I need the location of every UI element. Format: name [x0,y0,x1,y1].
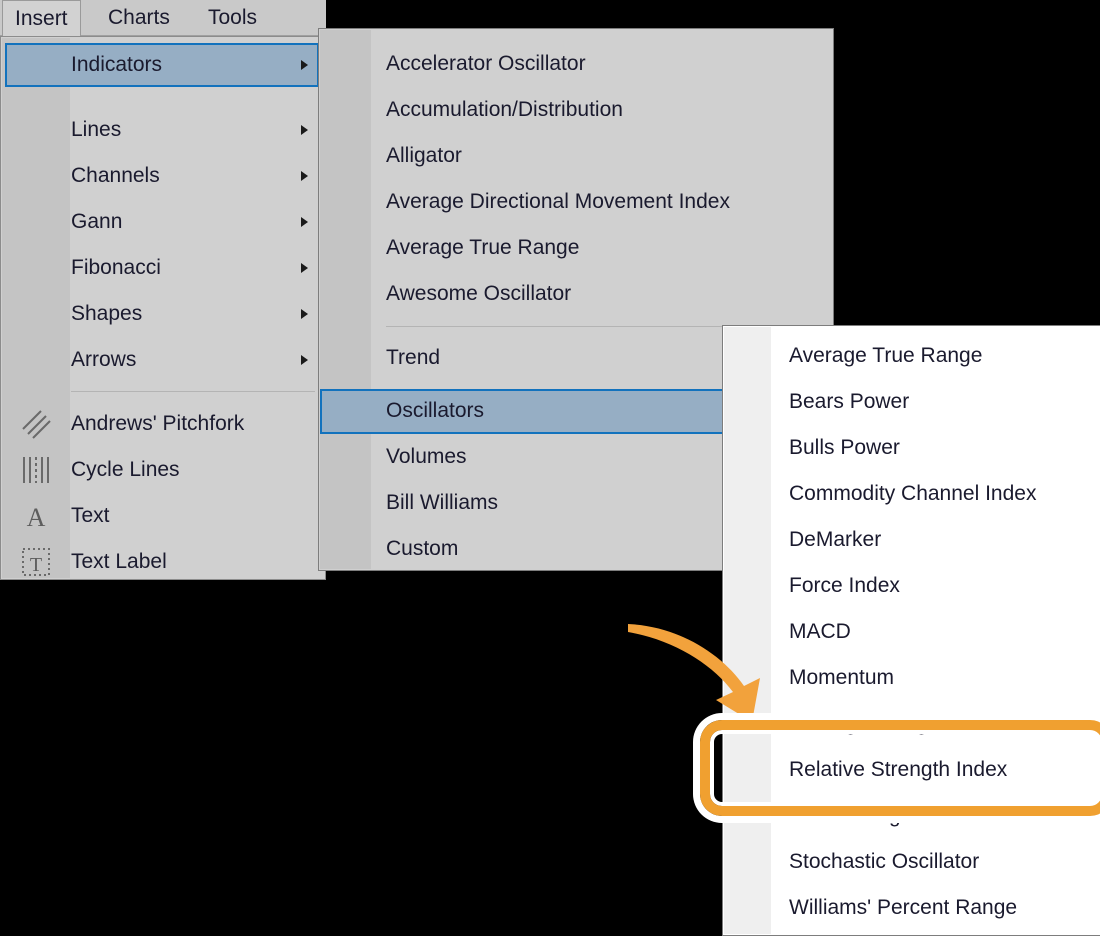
menu-item-osc-relative-vigor-index[interactable]: Relative Vigor Index [789,802,977,830]
menu-item-accumulation-distribution[interactable]: Accumulation/Distribution [386,96,623,124]
menu-item-oscillators[interactable]: Oscillators [386,397,484,425]
menu-item-osc-moving-average-of-oscillator-label: Moving Average of Oscillator [789,712,1056,735]
menu-item-custom[interactable]: Custom [386,535,458,563]
menu-bar: Insert Charts Tools [0,0,326,37]
menu-item-osc-force-index[interactable]: Force Index [789,572,900,600]
text-label-icon: T [22,548,50,576]
chevron-right-icon-channels [301,171,308,181]
menubar-tab-tools[interactable]: Tools [196,0,269,36]
menu-item-osc-momentum[interactable]: Momentum [789,664,894,692]
chevron-right-icon-lines [301,125,308,135]
menu-item-average-true-range[interactable]: Average True Range [386,234,579,262]
menu-item-osc-stochastic-oscillator-label: Stochastic Oscillator [789,850,980,873]
menu-item-osc-macd-label: MACD [789,620,851,643]
chevron-right-icon-fibonacci [301,263,308,273]
menu-item-osc-moving-average-of-oscillator[interactable]: Moving Average of Oscillator [789,710,1056,738]
chevron-right-icon-shapes [301,309,308,319]
svg-text:A: A [27,503,46,532]
menu-item-alligator[interactable]: Alligator [386,142,462,170]
menu-item-osc-stochastic-oscillator[interactable]: Stochastic Oscillator [789,848,979,876]
menu-item-text-label[interactable]: Text Label [71,548,167,576]
menu-item-osc-williams-percent-range-label: Williams' Percent Range [789,896,1018,919]
text-a-icon: A [27,503,46,532]
menu-item-text-label: Text [71,504,110,527]
menu-item-channels-label: Channels [71,164,160,187]
menu-item-accumulation-distribution-label: Accumulation/Distribution [386,98,623,121]
menu-item-fibonacci[interactable]: Fibonacci [71,254,161,282]
menu-item-oscillators-label: Oscillators [386,399,485,422]
menu-item-channels[interactable]: Channels [71,162,160,190]
menu-item-andrews-pitchfork-label: Andrews' Pitchfork [71,412,245,435]
menu-item-custom-label: Custom [386,537,459,560]
menu-item-average-true-range-label: Average True Range [386,236,580,259]
menu-item-bill-williams[interactable]: Bill Williams [386,489,498,517]
menubar-tab-charts[interactable]: Charts [96,0,182,36]
menu-item-gann[interactable]: Gann [71,208,122,236]
menu-item-shapes[interactable]: Shapes [71,300,142,328]
menu-item-indicators[interactable]: Indicators [71,51,162,79]
menu-item-gann-label: Gann [71,210,123,233]
svg-text:T: T [30,554,42,576]
menu-item-shapes-label: Shapes [71,302,143,325]
menu-item-trend[interactable]: Trend [386,344,440,372]
menu-item-osc-force-index-label: Force Index [789,574,900,597]
menu-item-osc-commodity-channel-index[interactable]: Commodity Channel Index [789,480,1036,508]
menu-item-osc-average-true-range-label: Average True Range [789,344,983,367]
menu-item-accelerator-oscillator[interactable]: Accelerator Oscillator [386,50,586,78]
menu-item-bill-williams-label: Bill Williams [386,491,498,514]
menu-item-awesome-oscillator-label: Awesome Oscillator [386,282,572,305]
oscillators-submenu-panel: Average True Range Bears Power Bulls Pow… [722,325,1100,936]
menu-item-arrows-label: Arrows [71,348,137,371]
menu-item-volumes-label: Volumes [386,445,467,468]
menu-separator [71,391,315,392]
menu-item-osc-relative-strength-index-label: Relative Strength Index [789,758,1008,781]
menu-item-trend-label: Trend [386,346,441,369]
menu-item-cycle-lines[interactable]: Cycle Lines [71,456,180,484]
indicators-submenu-gutter [320,30,371,569]
menu-item-osc-relative-vigor-index-label: Relative Vigor Index [789,804,977,827]
oscillators-submenu-gutter [724,327,771,934]
menu-item-accelerator-oscillator-label: Accelerator Oscillator [386,52,586,75]
menu-item-volumes[interactable]: Volumes [386,443,467,471]
menu-item-osc-williams-percent-range[interactable]: Williams' Percent Range [789,894,1017,922]
menu-item-osc-demarker[interactable]: DeMarker [789,526,881,554]
menu-item-osc-average-true-range[interactable]: Average True Range [789,342,982,370]
menu-item-osc-demarker-label: DeMarker [789,528,882,551]
menu-item-indicators-label: Indicators [71,53,163,76]
menu-item-text[interactable]: Text [71,502,110,530]
menu-item-awesome-oscillator[interactable]: Awesome Oscillator [386,280,571,308]
menu-item-osc-bulls-power[interactable]: Bulls Power [789,434,900,462]
chevron-right-icon-gann [301,217,308,227]
menu-item-lines-label: Lines [71,118,122,141]
pitchfork-icon [22,410,51,439]
menubar-tab-insert[interactable]: Insert [2,0,81,37]
cycle-lines-icon [23,457,49,483]
menu-item-osc-relative-strength-index[interactable]: Relative Strength Index [789,756,1007,784]
menu-item-andrews-pitchfork[interactable]: Andrews' Pitchfork [71,410,244,438]
menu-item-average-directional-movement-index-label: Average Directional Movement Index [386,190,730,213]
menu-item-osc-bulls-power-label: Bulls Power [789,436,900,459]
chevron-right-icon-indicators [301,60,308,70]
menu-item-osc-momentum-label: Momentum [789,666,895,689]
menu-item-cycle-lines-label: Cycle Lines [71,458,180,481]
menu-item-arrows[interactable]: Arrows [71,346,136,374]
insert-menu-gutter [2,38,70,578]
menu-item-fibonacci-label: Fibonacci [71,256,161,279]
menu-item-alligator-label: Alligator [386,144,462,167]
chevron-right-icon-arrows [301,355,308,365]
menu-item-osc-macd[interactable]: MACD [789,618,851,646]
menu-item-lines[interactable]: Lines [71,116,121,144]
menu-item-osc-bears-power-label: Bears Power [789,390,910,413]
menu-item-osc-bears-power[interactable]: Bears Power [789,388,909,416]
menu-item-text-label-label: Text Label [71,550,167,573]
insert-menu-panel: Indicators Lines Channels Gann Fibonacci… [0,36,326,580]
menu-item-osc-commodity-channel-index-label: Commodity Channel Index [789,482,1037,505]
menu-item-average-directional-movement-index[interactable]: Average Directional Movement Index [386,188,730,216]
